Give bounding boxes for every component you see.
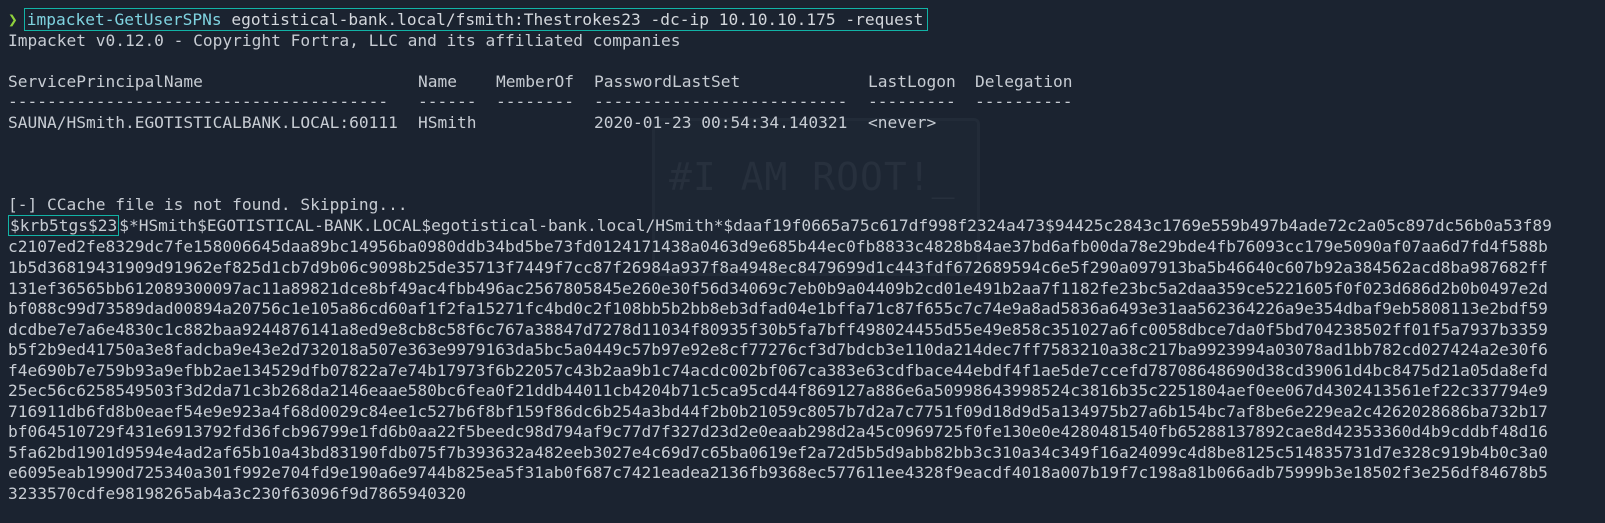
dash-name: ------ [418, 92, 477, 111]
hash-line: 716911db6fd8b0eaef54e9e923a4f68d0029c84e… [8, 402, 1548, 421]
watermark-text: #I AM ROOT!_ [669, 155, 956, 199]
hash-line: 1b5d36819431909d91962ef825d1cb7d9b06c909… [8, 258, 1548, 277]
header-name: Name [418, 72, 457, 91]
command-args: egotistical-bank.local/fsmith:Thestrokes… [231, 10, 924, 29]
header-memberof: MemberOf [496, 72, 574, 91]
cell-spn: SAUNA/HSmith.EGOTISTICALBANK.LOCAL:60111 [8, 113, 398, 132]
hash-line: 3233570cdfe98198265ab4a3c230f63096f9d786… [8, 484, 467, 503]
terminal-window[interactable]: #I AM ROOT!_ ❯ impacket-GetUserSPNs egoti… [0, 0, 1605, 523]
hash-line-first: $krb5tgs$23 $*HSmith$EGOTISTICAL-BANK.LOC… [8, 215, 1600, 236]
hash-line: e6095eab1990d725340a301f992e704fd9e190a6… [8, 463, 1548, 482]
header-spn: ServicePrincipalName [8, 72, 203, 91]
command-line: ❯ impacket-GetUserSPNs egotistical-bank.l… [8, 8, 929, 31]
hash-line: 131ef36565bb612089300097ac11a89821dce8bf… [8, 279, 1548, 298]
command-name: impacket-GetUserSPNs [26, 10, 222, 29]
cell-passwordlastset: 2020-01-23 00:54:34.140321 [594, 113, 848, 132]
dash-lastlogon: --------- [868, 92, 956, 111]
hash-line: 5fa62bd1901d9594e4ad2af65b10a43bd83190fd… [8, 443, 1548, 462]
command-highlight[interactable]: impacket-GetUserSPNs egotistical-bank.lo… [23, 8, 929, 31]
hash-line: bf064510729f431e6913792fd36fcb96799e1fd6… [8, 422, 1548, 441]
hash-prefix-highlight[interactable]: $krb5tgs$23 [8, 215, 120, 236]
hash-first-line-rest: $*HSmith$EGOTISTICAL-BANK.LOCAL$egotisti… [119, 216, 1552, 235]
dash-passwordlastset: -------------------------- [594, 92, 848, 111]
dash-delegation: ---------- [975, 92, 1073, 111]
cell-lastlogon: <never> [868, 113, 937, 132]
dash-memberof: -------- [496, 92, 574, 111]
hash-line: 25ec56c6258549503f3d2da71c3b268da2146eaa… [8, 381, 1548, 400]
header-lastlogon: LastLogon [868, 72, 956, 91]
cell-name: HSmith [418, 113, 477, 132]
hash-line: dcdbe7e7a6e4830c1c882baa9244876141a8ed9e… [8, 320, 1548, 339]
ccache-message: [-] CCache file is not found. Skipping..… [8, 195, 408, 214]
hash-line: c2107ed2fe8329dc7fe158006645daa89bc14956… [8, 237, 1548, 256]
dash-spn: --------------------------------------- [8, 92, 389, 111]
banner-line: Impacket v0.12.0 - Copyright Fortra, LLC… [8, 31, 681, 50]
hash-line: b5f2b9ed41750a3e8fadcba9e43e2d732018a507… [8, 340, 1548, 359]
header-delegation: Delegation [975, 72, 1073, 91]
hash-line: f4e690b7e759b93a9efbb2ae134529dfb07822a7… [8, 361, 1548, 380]
header-passwordlastset: PasswordLastSet [594, 72, 741, 91]
prompt-arrow-icon: ❯ [8, 10, 18, 29]
hash-line: bf088c99d73589dad00894a20756c1e105a86cd6… [8, 299, 1548, 318]
